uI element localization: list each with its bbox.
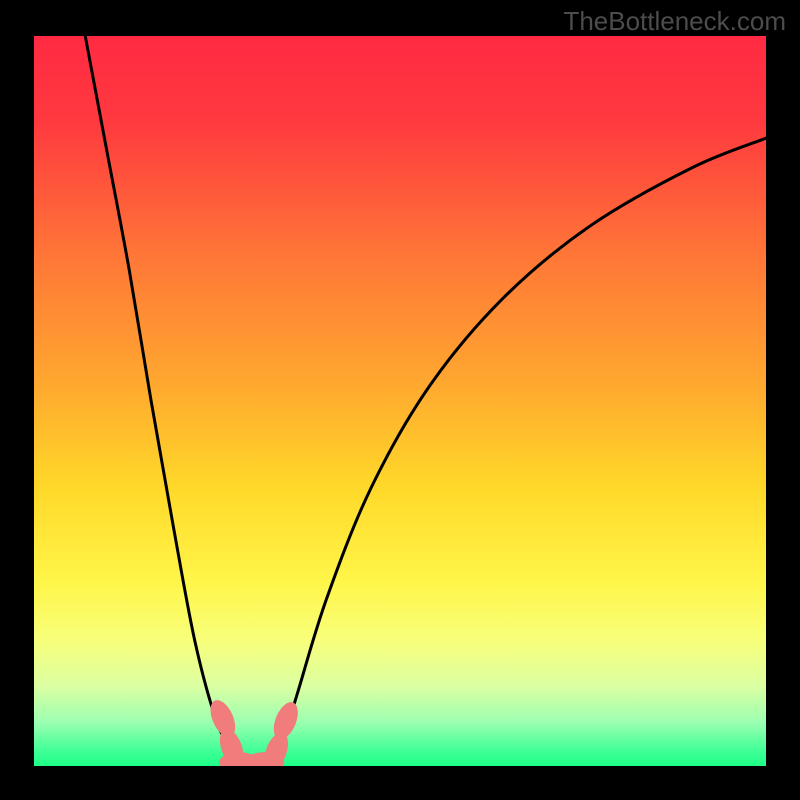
chart-frame: TheBottleneck.com (0, 0, 800, 800)
gradient-bg (34, 36, 766, 766)
plot-svg (34, 36, 766, 766)
plot-area (34, 36, 766, 766)
watermark-text: TheBottleneck.com (563, 6, 786, 37)
